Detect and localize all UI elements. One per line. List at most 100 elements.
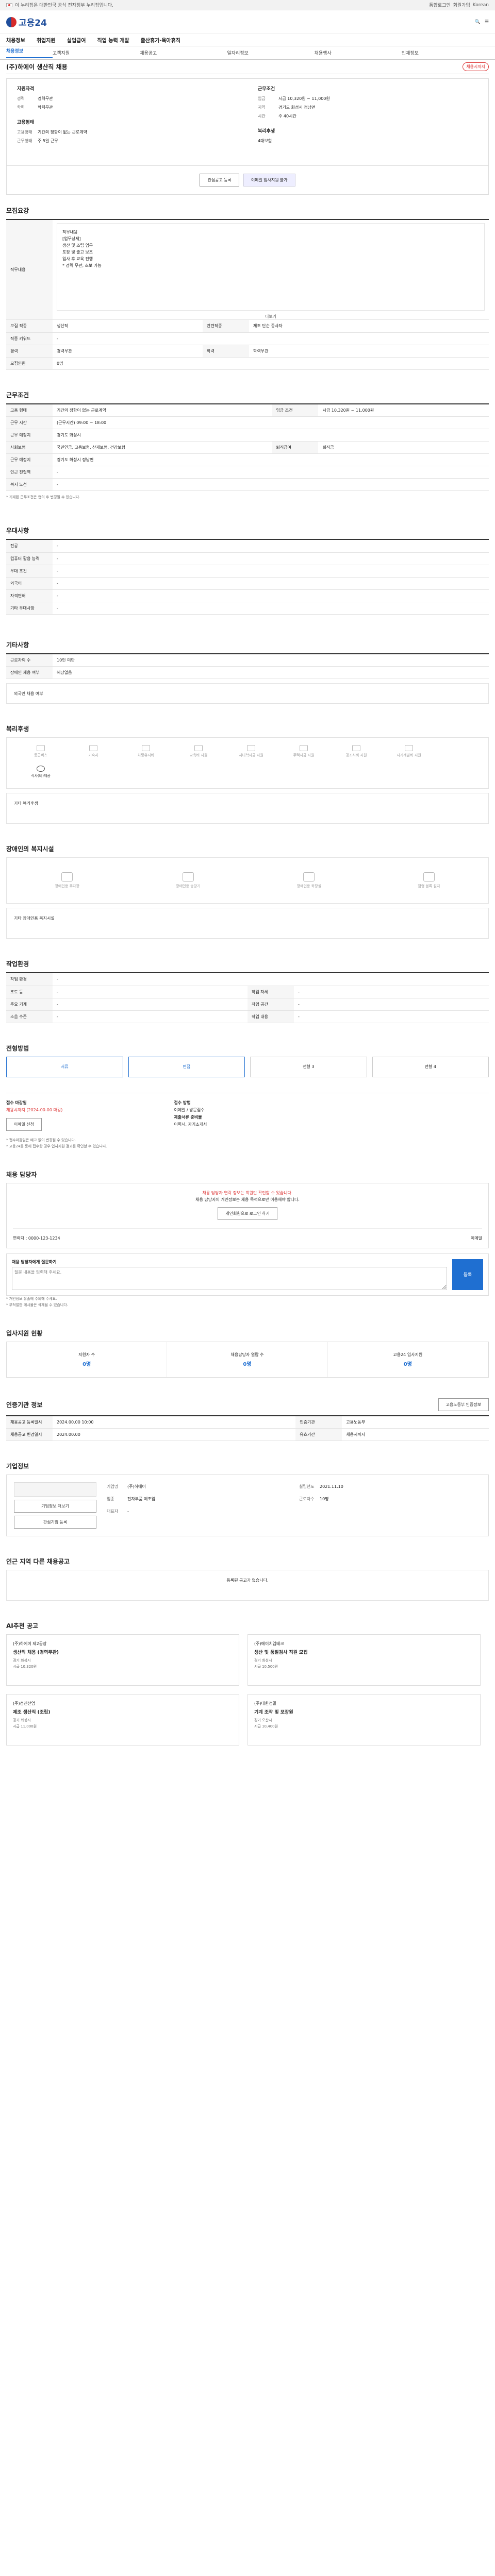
company-more-button[interactable]: 기업정보 더보기 [14,1500,96,1513]
stat-label: 고용24 입사지원 [393,1352,423,1357]
table-row: 채용공고 등록일시 2024.00.00 10:00 인증기관 고용노동부 [6,1416,489,1429]
table-row: 채용공고 변경일시 2024.00.00 유효기간 채용시까지 [6,1428,489,1441]
row-label: 고용 형태 [6,404,53,417]
search-icon[interactable]: 🔍 [475,20,481,25]
row-label: 모집인원 [6,357,53,370]
etc-table: 근로자의 수 10인 미만 장애인 채용 여부 해당없음 [6,654,489,679]
nav-item[interactable]: 채용정보 [6,36,25,44]
email-apply-button[interactable]: 이메일 입사지원 불가 [243,174,295,187]
nav-item[interactable]: 취업지원 [37,36,56,44]
row-value: 경기도 화성시 정남면 [53,453,489,466]
subnav-item[interactable]: 고객지원 [53,49,140,56]
email-apply-btn[interactable]: 이메일 신청 [6,1117,42,1131]
cert-info-button[interactable]: 고용노동부 인증정보 [438,1398,489,1411]
table-row: 소음 수준 - 작업 내용 - [6,1010,489,1023]
rec-card[interactable]: (주)하에이 제2공장 생산직 채용 (경력무관) 경기 화성시 시급 10,320원 [6,1634,239,1686]
subnav-item[interactable]: 채용공고 [140,49,227,56]
bookmark-button[interactable]: 관심공고 등록 [200,174,239,187]
welfare-icon [37,766,45,772]
row-label: 소음 수준 [6,1010,53,1023]
summary-heading: 지원자격 [17,87,35,92]
more-button[interactable]: 더보기 [57,314,485,319]
row-value: 해당없음 [53,666,489,679]
table-row: 사회보험 국민연금, 고용보험, 산재보험, 건강보험 퇴직급여 퇴직금 [6,441,489,454]
foreign-label: 외국인 채용 여부 [14,691,43,696]
row-value: - [53,478,489,491]
login-link[interactable]: 통합로그인 [429,2,450,8]
row-value: 시급 10,320원 ~ 11,000원 [318,404,489,417]
desc-line: 입사 후 교육 진행 [62,257,93,261]
welfare-item: 자녀학자금 지원 [227,745,275,760]
rec-card[interactable]: (주)에이치엠테크 생산 및 품질검사 직원 모집 경기 화성시 시급 10,500원 [248,1634,481,1686]
subnav-item[interactable]: 채용정보 [6,47,53,58]
rec-pay: 시급 10,500원 [254,1665,278,1669]
kv-key: 설립년도 [299,1484,315,1489]
table-row: 복지 노선 - [6,478,489,491]
phone-value: 0000-123-1234 [28,1235,60,1241]
etc-section: 기타사항 근로자의 수 10인 미만 장애인 채용 여부 해당없음 외국인 채용 여부 [6,640,489,704]
row-value: - [294,998,489,1011]
info-section: 인증기관 정보 고용노동부 인증정보 채용공고 등록일시 2024.00.00 10… [6,1398,489,1441]
kv-value: 주 5일 근무 [38,139,58,143]
rec-company: (주)대한정밀 [254,1701,277,1706]
section-title: 기업정보 [6,1463,29,1470]
welfare-icon [142,745,150,751]
row-label: 임금 조건 [272,404,319,417]
gov-banner: 이 누리집은 대한민국 공식 전자정부 누리집입니다. 통합로그인 회원가입 Kor… [0,0,495,10]
menu-icon[interactable]: ☰ [485,20,489,25]
row-value: 고용노동부 [342,1416,489,1429]
kv-key: 업종 [107,1497,114,1501]
company-fav-button[interactable]: 관심기업 등록 [14,1516,96,1529]
row-label: 조도 등 [6,986,53,998]
rec-company: (주)성진산업 [13,1701,36,1706]
rec-title: 기계 조작 및 포장원 [254,1710,293,1715]
other-label: 기타 복리후생 [14,801,38,806]
question-submit-button[interactable]: 등록 [452,1259,483,1290]
site-header: 고용24 🔍 ☰ [0,10,495,34]
rec-company: (주)에이치엠테크 [254,1641,284,1646]
subnav-item[interactable]: 채용행사 [315,49,402,56]
method-label: 접수 방법 [174,1100,191,1105]
q-note: * 개인정보 유출에 주의해 주세요. [6,1296,57,1301]
welfare-icon [247,745,255,751]
rec-title: 제조 생산직 (조립) [13,1710,51,1715]
row-label: 학력 [203,345,250,358]
row-label: 컴퓨터 활용 능력 [6,552,53,565]
join-link[interactable]: 회원가입 [453,2,470,8]
rec-card[interactable]: (주)성진산업 제조 생산직 (조립) 경기 화성시 시급 11,000원 [6,1694,239,1745]
section-title: 입사지원 현황 [6,1329,43,1337]
rec-card[interactable]: (주)대한정밀 기계 조작 및 포장원 경기 오산시 시급 10,400원 [248,1694,481,1745]
welfare-label: 통근버스 [34,753,47,757]
subnav-item[interactable]: 인재정보 [402,49,489,56]
row-value: - [53,602,489,615]
contact-section: 채용 담당자 채용 담당자 연락 정보는 회원만 확인할 수 있습니다. 채용 … [6,1170,489,1308]
lang-select[interactable]: Korean [473,3,489,8]
facility-label: 장애인용 주차장 [55,884,79,888]
login-button[interactable]: 개인회원으로 로그인 하기 [218,1207,277,1220]
kv-value: 경기도 화성시 정남면 [278,105,316,110]
rec-title: 생산 및 품질검사 직원 모집 [254,1650,308,1655]
row-label: 모집 직종 [6,320,53,333]
rec-location: 경기 오산시 [254,1718,272,1722]
nav-item[interactable]: 출산휴가·육아휴직 [141,36,180,44]
row-label: 유효기간 [295,1428,342,1441]
welfare-other: 기타 복리후생 [6,793,489,824]
desc-line: 생산 및 조립 업무 [62,243,93,248]
row-label: 작업 내용 [248,1010,294,1023]
subnav-item[interactable]: 일자리정보 [227,49,314,56]
kv-key: 대표자 [107,1509,119,1514]
desc-line: [업무상세] [62,236,81,241]
row-value: - [53,986,248,998]
question-input[interactable] [12,1266,447,1290]
welfare-icon [352,745,360,751]
logo[interactable]: 고용24 [6,15,47,28]
stat-value: 0명 [243,1361,252,1367]
nav-item[interactable]: 실업급여 [67,36,86,44]
desc-cell: 직무내용 [업무상세] 생산 및 조립 업무 포장 및 출고 보조 입사 후 교… [53,220,489,320]
nav-item[interactable]: 직업 능력 개발 [97,36,129,44]
conditions-table: 고용 형태 기간의 정함이 없는 근로계약 임금 조건 시급 10,320원 ~ 11… [6,404,489,491]
welfare-icon [37,745,45,751]
row-value: 생산직 [53,320,203,333]
welfare-item: 주택자금 지원 [280,745,327,760]
row-label: 사회보험 [6,441,53,454]
